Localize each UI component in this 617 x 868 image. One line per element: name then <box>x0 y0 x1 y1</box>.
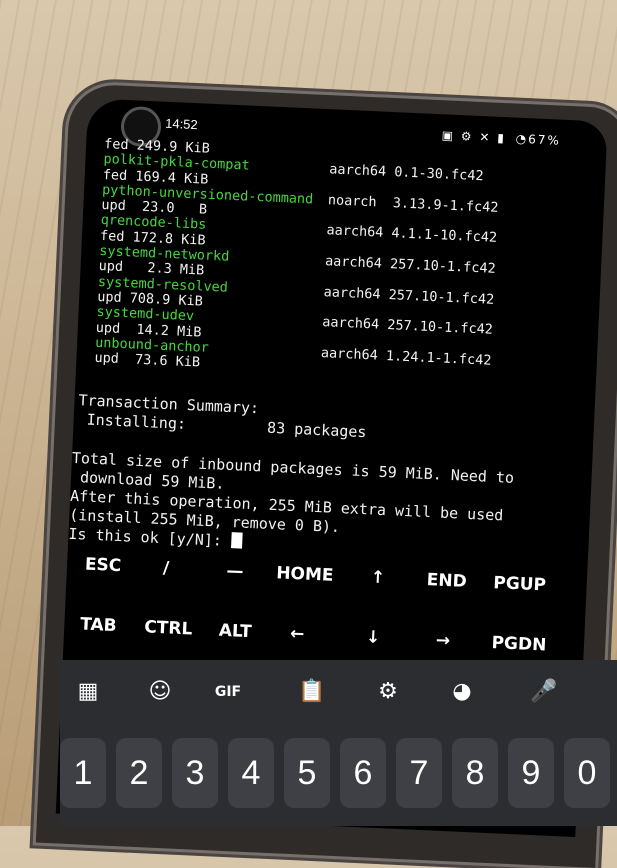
signal-icon: ▮ <box>496 130 507 146</box>
pgup-key[interactable]: PGUP <box>484 573 555 596</box>
gif-icon[interactable]: GIF <box>210 674 246 710</box>
terminal-output[interactable]: fed 249.9 KiB polkit-pkla-compat aarch64… <box>68 136 606 568</box>
keyboard-toolbar: ▦ ☺ GIF 📋 ⚙ ◕ 🎤 <box>60 674 617 714</box>
key-8[interactable]: 8 <box>452 738 498 808</box>
down-arrow-key[interactable]: ↓ <box>358 627 389 648</box>
slash-key[interactable]: / <box>151 558 182 579</box>
terminal-cursor <box>230 532 243 550</box>
notification-icon: ▣ <box>441 128 456 143</box>
alt-key[interactable]: ALT <box>210 620 261 642</box>
key-7[interactable]: 7 <box>396 738 442 808</box>
microphone-icon[interactable]: 🎤 <box>526 674 562 710</box>
mute-icon: ✕ <box>479 129 492 145</box>
status-icons: ▣ ⚙ ✕ ▮ ◔67% <box>441 128 561 147</box>
transaction-summary: Transaction Summary: Installing: 83 pack… <box>73 391 594 453</box>
key-3[interactable]: 3 <box>172 738 218 808</box>
key-5[interactable]: 5 <box>284 738 330 808</box>
up-arrow-key[interactable]: ↑ <box>362 567 393 589</box>
battery-icon: ◔ <box>515 131 529 147</box>
end-key[interactable]: END <box>416 570 477 593</box>
number-row: 1 2 3 4 5 6 7 8 9 0 <box>60 738 610 818</box>
tab-key[interactable]: TAB <box>70 614 127 637</box>
ctrl-key[interactable]: CTRL <box>136 617 201 640</box>
key-2[interactable]: 2 <box>116 738 162 808</box>
sticker-icon[interactable]: ☺ <box>142 674 178 710</box>
status-time: 14:52 <box>164 115 199 133</box>
battery-level: 67% <box>527 132 562 148</box>
key-9[interactable]: 9 <box>508 738 554 808</box>
palette-icon[interactable]: ◕ <box>444 674 480 710</box>
right-arrow-key[interactable]: → <box>428 630 459 652</box>
esc-key[interactable]: ESC <box>75 554 132 577</box>
key-0[interactable]: 0 <box>564 738 610 808</box>
apps-grid-icon[interactable]: ▦ <box>70 674 106 710</box>
home-key[interactable]: HOME <box>266 563 343 586</box>
left-arrow-key[interactable]: ← <box>282 624 313 645</box>
settings-gear-icon[interactable]: ⚙ <box>370 674 406 710</box>
package-size: upd 73.6 KiB <box>94 349 201 371</box>
clipboard-icon[interactable]: 📋 <box>294 674 330 710</box>
key-4[interactable]: 4 <box>228 738 274 808</box>
dash-key[interactable]: — <box>215 560 256 582</box>
settings-icon: ⚙ <box>460 129 474 144</box>
key-6[interactable]: 6 <box>340 738 386 808</box>
pgdn-key[interactable]: PGDN <box>484 633 555 656</box>
key-1[interactable]: 1 <box>60 738 106 808</box>
soft-keyboard: ▦ ☺ GIF 📋 ⚙ ◕ 🎤 1 2 3 4 5 6 7 8 9 0 <box>60 660 617 826</box>
